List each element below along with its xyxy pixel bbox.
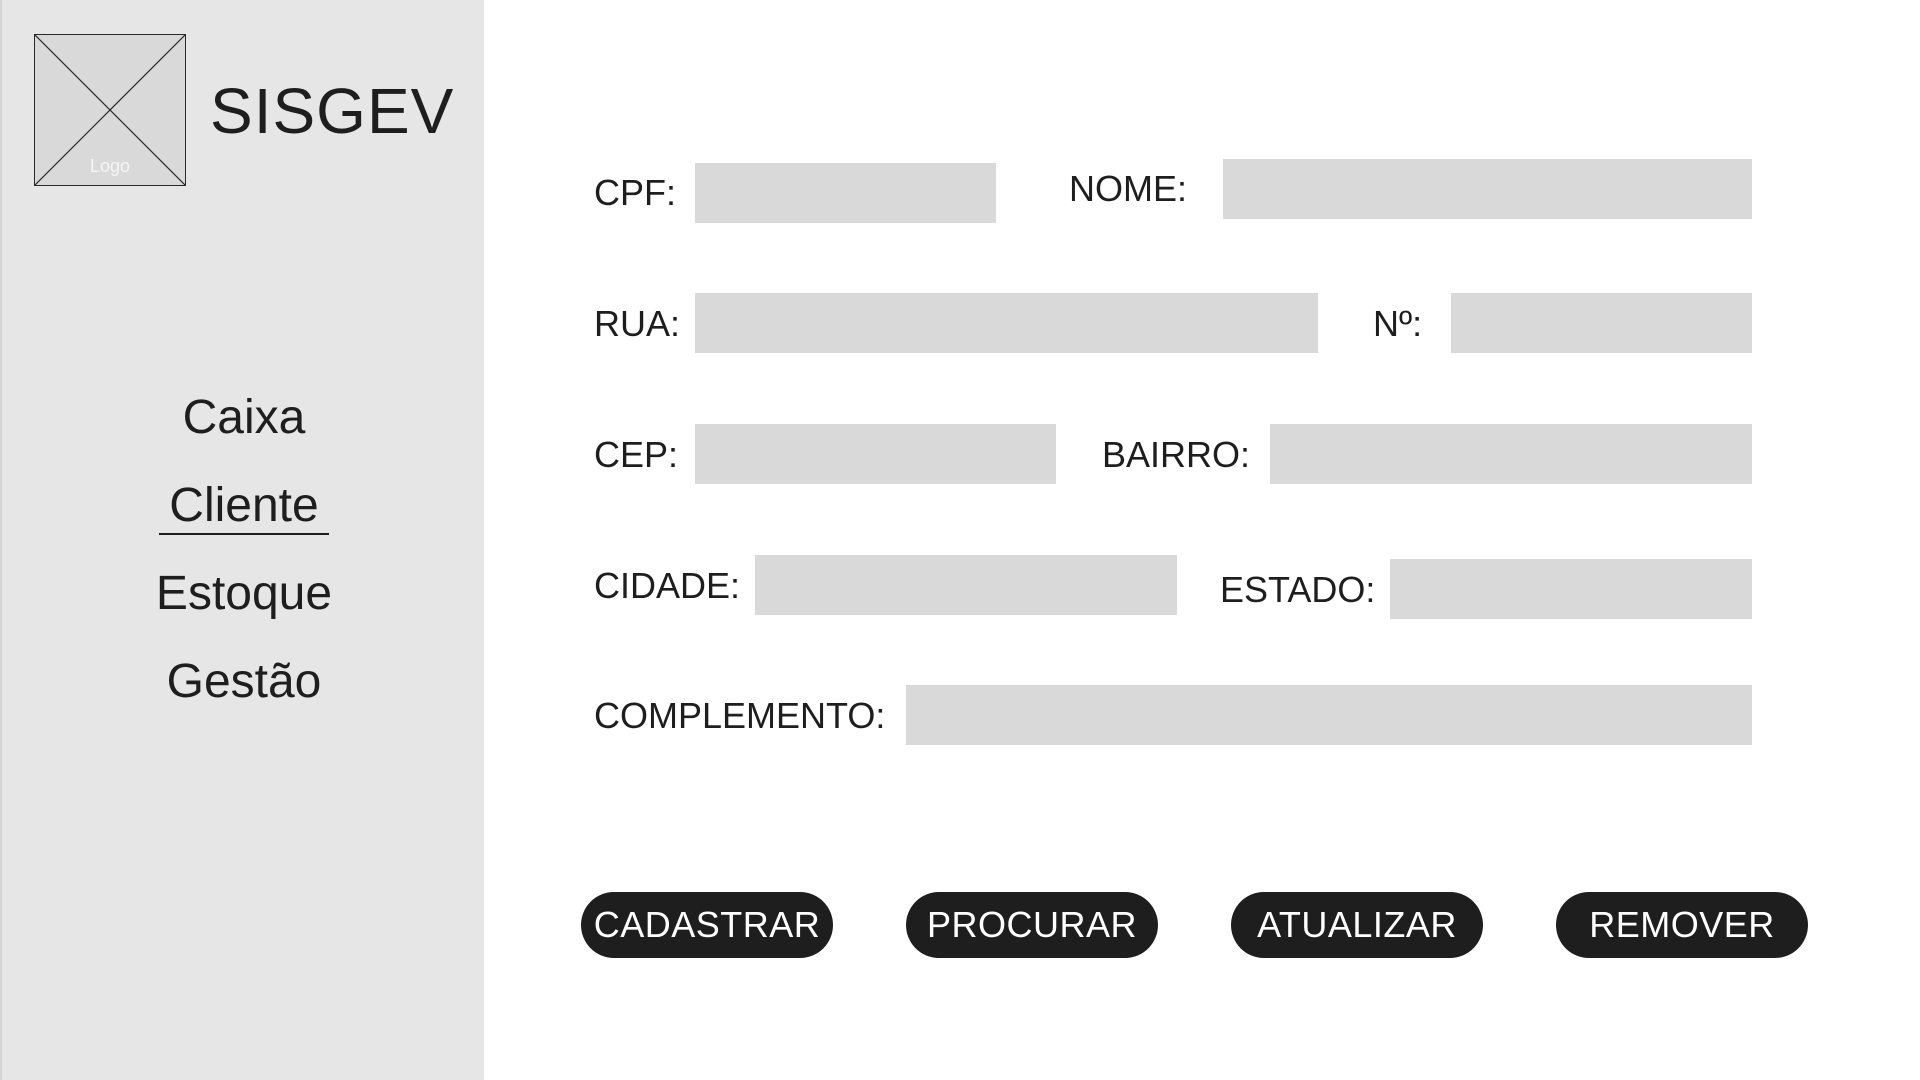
nav-item-label: Cliente (159, 478, 329, 535)
cidade-label: CIDADE: (594, 565, 741, 606)
rua-label: RUA: (594, 303, 681, 344)
bairro-label: BAIRRO: (1102, 434, 1251, 475)
bairro-field[interactable] (1270, 424, 1752, 484)
cep-field[interactable] (695, 424, 1056, 484)
nome-label: NOME: (1069, 168, 1188, 209)
nav-item-label: Gestão (166, 655, 322, 708)
nav-item-label: Estoque (155, 567, 333, 620)
cep-label: CEP: (594, 434, 679, 475)
rua-field[interactable] (695, 293, 1318, 353)
nav-item-cliente[interactable]: Cliente (2, 478, 486, 535)
complemento-label: COMPLEMENTO: (594, 695, 886, 736)
logo-placeholder: Logo (34, 34, 186, 186)
app-title: SISGEV (210, 75, 455, 147)
numero-label: Nº: (1373, 303, 1423, 344)
numero-field[interactable] (1451, 293, 1752, 353)
estado-field[interactable] (1390, 559, 1752, 619)
atualizar-button[interactable]: ATUALIZAR (1231, 892, 1483, 958)
procurar-button[interactable]: PROCURAR (906, 892, 1158, 958)
nav-item-gestao[interactable]: Gestão (2, 654, 486, 709)
nav-item-caixa[interactable]: Caixa (2, 390, 486, 445)
cpf-label: CPF: (594, 172, 677, 213)
nome-field[interactable] (1223, 159, 1752, 219)
nav-item-estoque[interactable]: Estoque (2, 566, 486, 621)
logo-text: Logo (89, 156, 131, 176)
complemento-field[interactable] (906, 685, 1752, 745)
nav-item-label: Caixa (182, 391, 306, 444)
estado-label: ESTADO: (1220, 569, 1376, 610)
cadastrar-button[interactable]: CADASTRAR (581, 892, 833, 958)
cpf-field[interactable] (695, 163, 996, 223)
cidade-field[interactable] (755, 555, 1177, 615)
remover-button[interactable]: REMOVER (1556, 892, 1808, 958)
sidebar: Logo SISGEV Caixa Cliente Estoque Gestão (0, 0, 484, 1080)
